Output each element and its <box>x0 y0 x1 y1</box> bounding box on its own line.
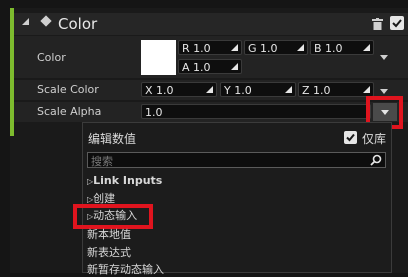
scale-alpha-field[interactable]: 1.0 <box>141 104 371 119</box>
color-dropdown-chevron-icon[interactable] <box>380 55 388 60</box>
menu-item-new-scratch-dynamic-input[interactable]: 新暂存动态输入 <box>87 263 164 277</box>
section-title: Color <box>58 15 98 33</box>
resize-corner-icon <box>363 44 370 51</box>
scale-color-z-field[interactable]: Z 1.0 <box>298 82 374 97</box>
color-r-field[interactable]: R 1.0 <box>178 40 242 55</box>
menu-item-new-local-value[interactable]: 新本地值 <box>87 228 131 242</box>
color-a-value: A 1.0 <box>182 61 211 74</box>
row-scale-alpha-label: Scale Alpha <box>37 105 102 118</box>
search-placeholder: 搜索 <box>91 155 113 168</box>
scale-alpha-value: 1.0 <box>145 106 163 119</box>
menu-item-label: 新本地值 <box>87 228 131 241</box>
scale-alpha-dropdown-button[interactable] <box>373 103 397 121</box>
section-enabled-checkbox[interactable] <box>390 16 404 30</box>
library-only-checkbox[interactable] <box>344 131 357 144</box>
resize-corner-icon <box>231 63 238 70</box>
trash-icon[interactable] <box>372 18 383 30</box>
color-g-value: G 1.0 <box>248 42 278 55</box>
checkmark-icon <box>346 133 355 142</box>
library-only-label: 仅库 <box>362 132 387 146</box>
menu-item-label: 新表达式 <box>87 246 131 259</box>
checkmark-icon <box>392 19 402 28</box>
scale-color-y-field[interactable]: Y 1.0 <box>220 82 296 97</box>
search-input[interactable]: 搜索 <box>87 152 386 168</box>
scale-color-x-value: X 1.0 <box>145 84 174 97</box>
color-a-field[interactable]: A 1.0 <box>178 59 242 74</box>
dropdown-chevron-icon <box>381 110 389 115</box>
menu-item-link-inputs[interactable]: ▷Link Inputs <box>87 174 162 189</box>
color-r-value: R 1.0 <box>182 42 211 55</box>
row-color-label: Color <box>37 51 66 64</box>
search-icon <box>370 154 382 166</box>
scale-color-z-value: Z 1.0 <box>302 84 331 97</box>
menu-item-label: Link Inputs <box>93 174 163 187</box>
collapse-triangle-icon[interactable] <box>22 18 29 25</box>
color-swatch[interactable] <box>141 40 176 75</box>
resize-corner-icon <box>363 86 370 93</box>
scale-color-y-value: Y 1.0 <box>224 84 252 97</box>
color-b-field[interactable]: B 1.0 <box>310 40 374 55</box>
resize-corner-icon <box>285 86 292 93</box>
menu-title: 编辑数值 <box>88 132 137 146</box>
scale-color-dropdown-chevron-icon[interactable] <box>380 89 388 94</box>
resize-corner-icon <box>231 44 238 51</box>
scale-color-x-field[interactable]: X 1.0 <box>141 82 217 97</box>
resize-corner-icon <box>297 44 304 51</box>
menu-item-highlight-box <box>73 204 153 229</box>
resize-corner-icon <box>206 86 213 93</box>
color-b-value: B 1.0 <box>314 42 343 55</box>
row-scale-color-label: Scale Color <box>37 83 99 96</box>
menu-item-label: 新暂存动态输入 <box>87 263 164 276</box>
menu-item-new-expression[interactable]: 新表达式 <box>87 246 131 260</box>
color-g-field[interactable]: G 1.0 <box>244 40 308 55</box>
